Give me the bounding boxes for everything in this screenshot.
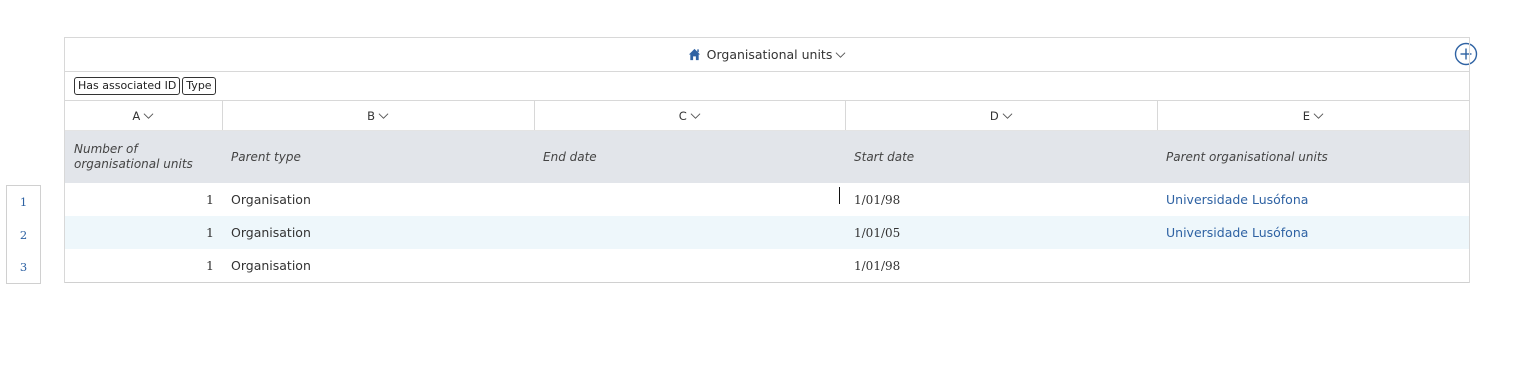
column-header-parent-type[interactable]: Parent type <box>222 131 534 183</box>
cell-parent-units-link[interactable]: Universidade Lusófona <box>1157 216 1469 249</box>
column-header-start-date[interactable]: Start date <box>845 131 1157 183</box>
text-cursor <box>839 187 840 204</box>
column-header-end-date[interactable]: End date <box>534 131 845 183</box>
column-letter-label: E <box>1302 108 1311 123</box>
table-title: Organisational units <box>706 47 833 62</box>
column-letter-label: A <box>132 108 141 123</box>
chevron-down-icon[interactable] <box>835 49 846 60</box>
cell-parent-units-link[interactable]: Universidade Lusófona <box>1157 183 1469 216</box>
filter-bar: Has associated ID Type <box>65 72 1469 101</box>
row-number[interactable]: 2 <box>6 218 41 251</box>
table-row: 1 Organisation 1/01/98 <box>65 249 1469 283</box>
chevron-down-icon <box>143 113 154 119</box>
row-number[interactable]: 3 <box>6 251 41 284</box>
cell-start-date: 1/01/98 <box>854 258 901 273</box>
cell-parent-type: Organisation <box>231 258 311 273</box>
column-letter-d[interactable]: D <box>846 101 1158 130</box>
row-number[interactable]: 1 <box>6 185 41 218</box>
chevron-down-icon <box>378 113 389 119</box>
cell-parent-type: Organisation <box>231 225 311 240</box>
pivot-table-panel: Organisational units Has associated ID T… <box>64 37 1470 283</box>
cell-end-date <box>534 216 845 249</box>
cell-start-date: 1/01/98 <box>854 192 901 207</box>
chevron-down-icon <box>1002 113 1013 119</box>
table-row: 1 Organisation 1/01/98 Universidade Lusó… <box>65 183 1469 216</box>
chevron-down-icon <box>690 113 701 119</box>
column-header-number-of-units[interactable]: Number of organisational units <box>65 131 222 183</box>
column-letter-c[interactable]: C <box>535 101 846 130</box>
column-letter-b[interactable]: B <box>223 101 535 130</box>
column-header-row: Number of organisational units Parent ty… <box>65 131 1469 183</box>
cell-parent-type: Organisation <box>231 192 311 207</box>
table-title-bar[interactable]: Organisational units <box>65 38 1469 72</box>
cell-parent-units-link[interactable] <box>1157 249 1469 282</box>
cell-count: 1 <box>206 192 214 207</box>
column-letter-label: C <box>678 108 687 123</box>
cell-count: 1 <box>206 258 214 273</box>
filter-chip-type[interactable]: Type <box>182 77 216 95</box>
column-letter-row: A B C D E <box>65 101 1469 131</box>
column-letter-e[interactable]: E <box>1158 101 1469 130</box>
cell-end-date <box>534 183 845 216</box>
chevron-down-icon <box>1313 113 1324 119</box>
cell-end-date <box>534 249 845 282</box>
cell-start-date: 1/01/05 <box>854 225 901 240</box>
filter-chip-has-associated-id[interactable]: Has associated ID <box>74 77 181 95</box>
cell-count: 1 <box>206 225 214 240</box>
home-icon <box>688 48 700 61</box>
column-letter-label: D <box>989 108 999 123</box>
column-letter-label: B <box>367 108 376 123</box>
column-letter-a[interactable]: A <box>65 101 223 130</box>
column-header-parent-units[interactable]: Parent organisational units <box>1157 131 1469 183</box>
table-row: 1 Organisation 1/01/05 Universidade Lusó… <box>65 216 1469 249</box>
